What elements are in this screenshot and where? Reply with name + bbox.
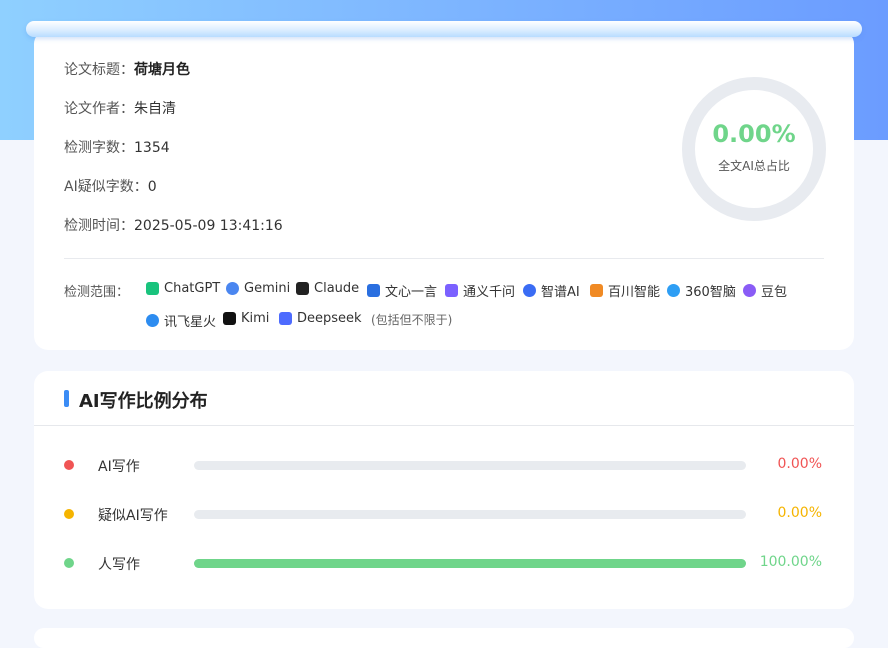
section-marker <box>64 390 69 407</box>
distribution-title: AI写作比例分布 <box>79 391 208 412</box>
distribution-percent: 0.00% <box>777 505 822 521</box>
model-item: ChatGPT <box>146 281 220 296</box>
title-label: 论文标题： <box>64 62 134 78</box>
info-divider <box>64 258 824 259</box>
progress-track <box>194 510 746 519</box>
model-name: 通义千问 <box>463 285 516 300</box>
progress-fill <box>194 559 746 568</box>
ai-count-row: AI疑似字数：0 <box>64 176 157 196</box>
ai-ratio-ring <box>682 77 826 221</box>
model-item: 百川智能 <box>590 281 660 300</box>
model-name: ChatGPT <box>164 281 221 296</box>
baichuan-icon <box>590 284 603 297</box>
wordcount-row: 检测字数：1354 <box>64 137 170 157</box>
legend-dot <box>64 460 74 470</box>
360-icon <box>667 284 680 297</box>
model-name: 百川智能 <box>608 285 661 300</box>
distribution-percent: 100.00% <box>759 554 822 570</box>
tongyi-icon <box>445 284 458 297</box>
legend-dot <box>64 558 74 568</box>
author-row: 论文作者：朱自清 <box>64 98 176 118</box>
time-row: 检测时间：2025-05-09 13:41:16 <box>64 215 283 235</box>
wordcount-label: 检测字数： <box>64 140 134 156</box>
zhipu-icon <box>523 284 536 297</box>
model-item: Gemini <box>226 281 290 296</box>
model-name: 讯飞星火 <box>164 315 217 330</box>
kimi-icon <box>223 312 236 325</box>
chatgpt-icon <box>146 282 159 295</box>
distribution-label: 疑似AI写作 <box>98 508 168 524</box>
wenxin-icon <box>367 284 380 297</box>
title-row: 论文标题：荷塘月色 <box>64 59 190 79</box>
detect-time: 2025-05-09 13:41:16 <box>134 218 283 234</box>
distribution-divider <box>34 425 854 426</box>
distribution-percent: 0.00% <box>777 456 822 472</box>
scope-note: (包括但不限于) <box>371 313 453 327</box>
progress-track <box>194 461 746 470</box>
ai-ratio-caption: 全文AI总占比 <box>718 159 790 173</box>
model-item: Kimi <box>223 311 269 326</box>
model-name: 360智脑 <box>685 285 736 300</box>
model-item: Claude <box>296 281 359 296</box>
paper-author: 朱自清 <box>134 101 176 117</box>
ai-count-label: AI疑似字数： <box>64 179 148 195</box>
wordcount-value: 1354 <box>134 140 170 156</box>
distribution-label: 人写作 <box>98 557 140 573</box>
model-name: 豆包 <box>761 285 788 300</box>
report-info-card: 论文标题：荷塘月色 论文作者：朱自清 检测字数：1354 AI疑似字数：0 检测… <box>34 30 854 350</box>
model-item: 通义千问 <box>445 281 515 300</box>
legend-dot <box>64 509 74 519</box>
claude-icon <box>296 282 309 295</box>
model-name: 文心一言 <box>385 285 438 300</box>
model-item: 讯飞星火 <box>146 311 216 330</box>
model-name: Gemini <box>244 281 291 296</box>
model-item: 360智脑 <box>667 281 736 300</box>
progress-track <box>194 559 746 568</box>
ai-ratio-percent: 0.00% <box>712 120 796 148</box>
time-label: 检测时间： <box>64 218 134 234</box>
paper-title: 荷塘月色 <box>134 62 190 78</box>
model-name: Deepseek <box>297 311 362 326</box>
next-card <box>34 628 854 648</box>
ai-count-value: 0 <box>147 179 157 195</box>
model-item: 文心一言 <box>367 281 437 300</box>
header-bar <box>26 21 862 37</box>
model-item: Deepseek <box>279 311 362 326</box>
model-name: Claude <box>314 281 360 296</box>
model-item: 智谱AI <box>523 281 580 300</box>
author-label: 论文作者： <box>64 101 134 117</box>
model-name: Kimi <box>241 311 270 326</box>
distribution-label: AI写作 <box>98 459 140 475</box>
deepseek-icon <box>279 312 292 325</box>
scope-label: 检测范围： <box>64 285 130 300</box>
gemini-icon <box>226 282 239 295</box>
distribution-card: AI写作比例分布 AI写作 0.00% 疑似AI写作 0.00% 人写作 100.00% <box>34 371 854 609</box>
doubao-icon <box>743 284 756 297</box>
xunfei-icon <box>146 314 159 327</box>
model-name: 智谱AI <box>541 285 580 300</box>
model-item: 豆包 <box>743 281 787 300</box>
